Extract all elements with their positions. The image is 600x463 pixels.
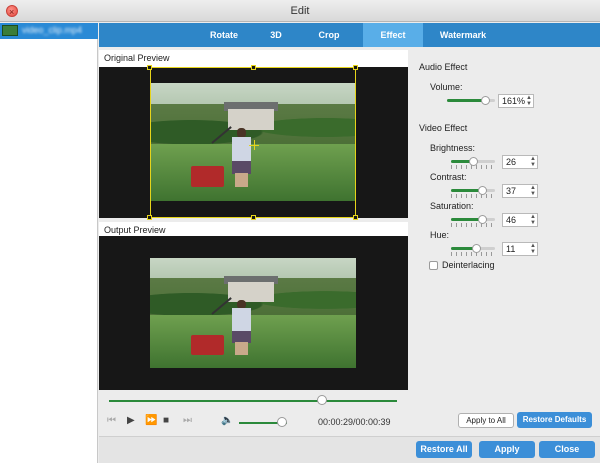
restore-all-button[interactable]: Restore All: [416, 441, 472, 458]
brightness-value: 26: [506, 157, 517, 167]
output-video-frame: [150, 258, 356, 368]
seek-track[interactable]: [109, 400, 397, 402]
close-window-button[interactable]: ×: [6, 5, 18, 17]
saturation-value: 46: [506, 215, 517, 225]
crop-handle[interactable]: [251, 65, 256, 70]
window-title: Edit: [290, 5, 310, 17]
saturation-stepper[interactable]: 46 ▲ ▼: [502, 213, 538, 227]
sidebar-item-file[interactable]: video_clip.mp4: [0, 23, 98, 39]
player-controls: ⏮ ▶ ⏩ ■ ⏭ 🔈 00:00:29/00:00:39: [99, 410, 408, 436]
timecode: 00:00:29/00:00:39: [318, 417, 391, 427]
crop-handle[interactable]: [147, 215, 152, 220]
contrast-slider[interactable]: [451, 186, 495, 198]
tab-watermark[interactable]: Watermark: [423, 23, 503, 47]
tab-rotate[interactable]: Rotate: [199, 23, 249, 47]
crop-handle[interactable]: [251, 215, 256, 220]
tab-bar: Rotate 3D Crop Effect Watermark: [99, 23, 600, 47]
stepper-arrows-icon[interactable]: ▲ ▼: [530, 243, 536, 255]
tab-crop[interactable]: Crop: [309, 23, 349, 47]
restore-defaults-button[interactable]: Restore Defaults: [517, 412, 592, 428]
crop-handle[interactable]: [353, 215, 358, 220]
hue-value: 11: [506, 244, 516, 254]
bottom-action-bar: Restore All Apply Close: [99, 436, 600, 463]
apply-to-all-button[interactable]: Apply to All: [458, 413, 514, 428]
brightness-stepper[interactable]: 26 ▲ ▼: [502, 155, 538, 169]
hue-slider[interactable]: [451, 244, 495, 256]
seek-bar: [99, 390, 408, 410]
speaker-icon[interactable]: 🔈: [221, 415, 233, 426]
volume-slider[interactable]: [447, 96, 495, 105]
volume-label: Volume:: [430, 82, 463, 92]
stepper-arrows-icon[interactable]: ▲ ▼: [530, 185, 536, 197]
video-effect-title: Video Effect: [419, 123, 468, 133]
file-list-sidebar: video_clip.mp4: [0, 23, 98, 463]
contrast-value: 37: [506, 186, 517, 196]
crop-frame[interactable]: [150, 67, 356, 218]
play-icon[interactable]: ▶: [127, 415, 135, 426]
close-button[interactable]: Close: [539, 441, 595, 458]
deinterlacing-checkbox[interactable]: [429, 261, 438, 270]
output-preview: [99, 236, 408, 390]
audio-effect-title: Audio Effect: [419, 62, 468, 72]
seek-handle[interactable]: [317, 395, 328, 405]
hue-slider-ticks: [451, 252, 495, 256]
close-icon: ×: [9, 7, 15, 17]
brightness-slider[interactable]: [451, 157, 495, 169]
saturation-slider-handle[interactable]: [477, 215, 487, 224]
brightness-slider-handle[interactable]: [469, 157, 478, 166]
volume-slider-fill: [447, 99, 486, 102]
apply-button[interactable]: Apply: [479, 441, 535, 458]
hue-slider-handle[interactable]: [472, 244, 482, 253]
crop-handle[interactable]: [353, 65, 358, 70]
volume-stepper[interactable]: 161% ▲ ▼: [498, 94, 534, 108]
player-volume-handle[interactable]: [277, 417, 288, 427]
stepper-arrows-icon[interactable]: ▲ ▼: [526, 95, 532, 107]
crop-center-marker: [254, 140, 255, 150]
original-preview: [99, 65, 408, 220]
hue-label: Hue:: [430, 230, 450, 240]
fast-forward-icon[interactable]: ⏩: [145, 415, 157, 426]
contrast-label: Contrast:: [430, 172, 467, 182]
stepper-arrows-icon[interactable]: ▲ ▼: [530, 156, 536, 168]
volume-slider-handle[interactable]: [481, 96, 491, 105]
crop-handle[interactable]: [147, 65, 152, 70]
contrast-slider-handle[interactable]: [477, 186, 487, 195]
contrast-slider-ticks: [451, 194, 495, 198]
deinterlacing-label: Deinterlacing: [442, 260, 495, 270]
saturation-slider[interactable]: [451, 215, 495, 227]
contrast-stepper[interactable]: 37 ▲ ▼: [502, 184, 538, 198]
stop-icon[interactable]: ■: [163, 415, 169, 426]
video-thumbnail: [2, 25, 18, 36]
hue-stepper[interactable]: 11 ▲ ▼: [502, 242, 538, 256]
saturation-slider-ticks: [451, 223, 495, 227]
skip-back-icon[interactable]: ⏮: [107, 415, 116, 426]
tab-3d[interactable]: 3D: [259, 23, 293, 47]
saturation-label: Saturation:: [430, 201, 474, 211]
title-bar: × Edit: [0, 0, 600, 22]
file-name-label: video_clip.mp4: [22, 25, 83, 35]
brightness-label: Brightness:: [430, 143, 476, 153]
tab-effect[interactable]: Effect: [363, 23, 423, 47]
skip-forward-icon[interactable]: ⏭: [183, 415, 192, 426]
volume-value: 161%: [502, 96, 526, 106]
stepper-arrows-icon[interactable]: ▲ ▼: [530, 214, 536, 226]
